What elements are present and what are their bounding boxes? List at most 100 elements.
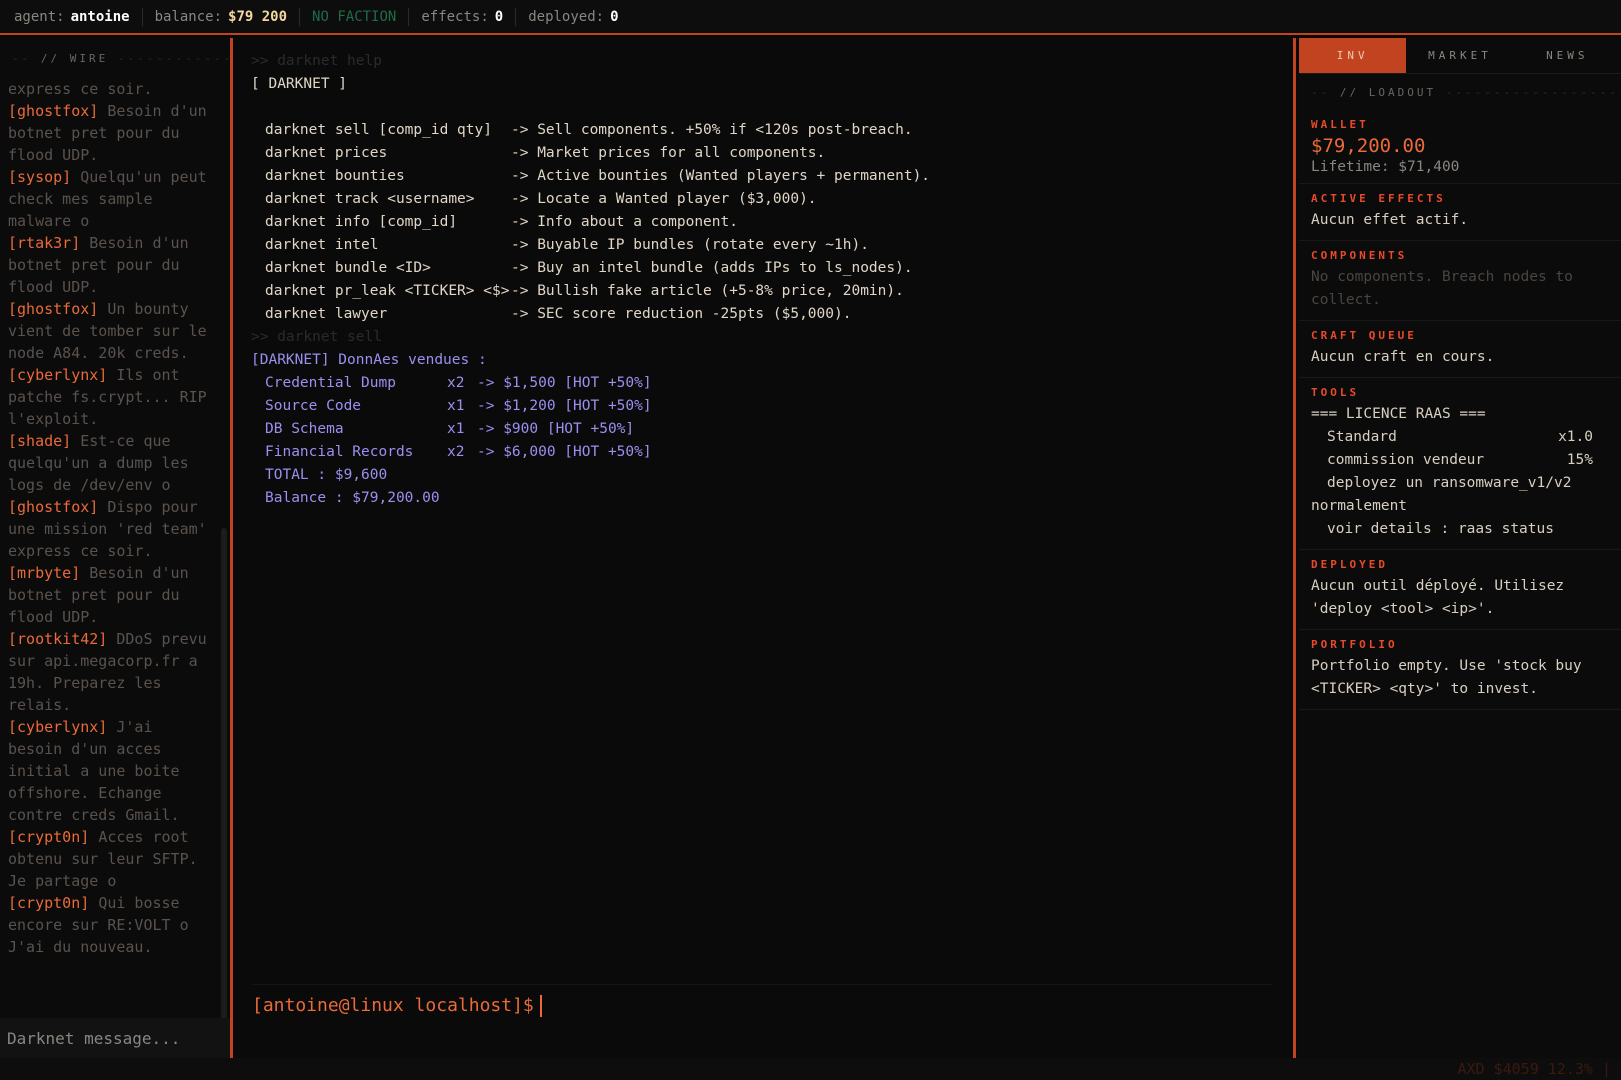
wire-username[interactable]: [ghostfox] xyxy=(8,498,98,516)
deployed-text: Aucun outil déployé. Utilisez 'deploy <t… xyxy=(1311,578,1565,617)
balance-label: balance: xyxy=(154,8,223,25)
help-command: darknet bundle <ID> xyxy=(265,260,431,276)
help-list: darknet sell [comp_id qty] -> Sell compon… xyxy=(251,119,1293,326)
effects-label: effects: xyxy=(421,8,489,25)
tools-line: deployez un ransomware_v1/v2 xyxy=(1327,475,1572,491)
sold-qty: x1 xyxy=(447,398,465,414)
wire-username[interactable]: [shade] xyxy=(8,432,71,450)
help-row: darknet lawyer -> SEC score reduction -25… xyxy=(251,303,1293,326)
agent-status: agent: antoine xyxy=(14,7,143,26)
command-prompt[interactable]: [antoine@linux localhost]$ xyxy=(252,984,1272,1026)
prompt-text: [antoine@linux localhost]$ xyxy=(252,995,534,1016)
sold-price: -> $1,500 [HOT +50%] xyxy=(477,375,652,391)
effects-section: ACTIVE EFFECTS Aucun effet actif. xyxy=(1299,184,1621,241)
sold-row: Financial Records x2 -> $6,000 [HOT +50%] xyxy=(251,441,1293,464)
help-row: darknet bundle <ID> -> Buy an intel bundl… xyxy=(251,257,1293,280)
sold-row: DB Schema x1 -> $900 [HOT +50%] xyxy=(251,418,1293,441)
wire-username[interactable]: [crypt0n] xyxy=(8,894,89,912)
tool-value: 15% xyxy=(1566,452,1593,468)
wire-message: [cyberlynx] J'ai besoin d'un acces initi… xyxy=(8,716,210,826)
craft-title: CRAFT QUEUE xyxy=(1311,329,1417,342)
wire-username[interactable]: [mrbyte] xyxy=(8,564,80,582)
agent-label: agent: xyxy=(14,8,65,25)
sold-price: -> $1,200 [HOT +50%] xyxy=(477,398,652,414)
wire-message: [rtak3r] Besoin d'un botnet pret pour du… xyxy=(8,232,210,298)
sold-row: Source Code x1 -> $1,200 [HOT +50%] xyxy=(251,395,1293,418)
wire-username[interactable]: [crypt0n] xyxy=(8,828,89,846)
wire-text: express ce soir. xyxy=(8,80,153,98)
wallet-amount: $79,200.00 xyxy=(1311,135,1426,157)
sold-name: DB Schema xyxy=(265,421,344,437)
previous-command: >> darknet sell xyxy=(251,329,382,345)
help-row: darknet info [comp_id] -> Info about a co… xyxy=(251,211,1293,234)
sold-total: TOTAL : $9,600 xyxy=(265,467,388,483)
wallet-lifetime: Lifetime: $71,400 xyxy=(1311,159,1460,175)
help-description: -> Buyable IP bundles (rotate every ~1h)… xyxy=(511,237,869,253)
licence-title: === LICENCE RAAS === xyxy=(1311,406,1486,422)
darknet-message-input[interactable] xyxy=(0,1018,230,1058)
wire-username[interactable]: [sysop] xyxy=(8,168,71,186)
wire-feed[interactable]: express ce soir. [ghostfox] Besoin d'un b… xyxy=(0,78,218,1058)
wire-message: [ghostfox] Un bounty vient de tomber sur… xyxy=(8,298,210,364)
help-row: darknet prices -> Market prices for all c… xyxy=(251,142,1293,165)
wire-username[interactable]: [rootkit42] xyxy=(8,630,107,648)
sold-qty: x2 xyxy=(447,375,465,391)
wire-username[interactable]: [cyberlynx] xyxy=(8,718,107,736)
darknet-header: [ DARKNET ] xyxy=(251,76,348,92)
wire-message: [ghostfox] Besoin d'un botnet pret pour … xyxy=(8,100,210,166)
components-title: COMPONENTS xyxy=(1311,249,1408,262)
sold-row: Credential Dump x2 -> $1,500 [HOT +50%] xyxy=(251,372,1293,395)
portfolio-title: PORTFOLIO xyxy=(1311,638,1398,651)
wallet-section: WALLET $79,200.00 Lifetime: $71,400 xyxy=(1299,110,1621,184)
terminal-panel[interactable]: >> darknet help [ DARKNET ] darknet sell… xyxy=(236,38,1296,1058)
help-command: darknet prices xyxy=(265,145,388,161)
sold-header: [DARKNET] DonnAes vendues : xyxy=(251,352,487,368)
help-command: darknet intel xyxy=(265,237,379,253)
effects-title: ACTIVE EFFECTS xyxy=(1311,192,1446,205)
help-row: darknet sell [comp_id qty] -> Sell compon… xyxy=(251,119,1293,142)
wire-username[interactable]: [cyberlynx] xyxy=(8,366,107,384)
deployed-section: DEPLOYED Aucun outil déployé. Utilisez '… xyxy=(1299,550,1621,630)
tools-line: normalement xyxy=(1311,498,1408,514)
tool-row: Standard x1.0 xyxy=(1311,426,1609,449)
sold-qty: x1 xyxy=(447,421,465,437)
tool-rows: Standard x1.0 commission vendeur 15% xyxy=(1311,426,1609,472)
help-row: darknet intel -> Buyable IP bundles (rota… xyxy=(251,234,1293,257)
help-command: darknet bounties xyxy=(265,168,405,184)
wire-message: [ghostfox] Dispo pour une mission 'red t… xyxy=(8,496,210,562)
sold-price: -> $6,000 [HOT +50%] xyxy=(477,444,652,460)
tab-inv[interactable]: INV xyxy=(1299,38,1407,73)
tab-market[interactable]: MARKET xyxy=(1406,38,1513,73)
panel-tabs: INV MARKET NEWS xyxy=(1299,38,1621,74)
help-command: darknet pr_leak <TICKER> <$> xyxy=(265,283,510,299)
tool-value: x1.0 xyxy=(1558,429,1593,445)
help-description: -> Locate a Wanted player ($3,000). xyxy=(511,191,817,207)
tool-row: commission vendeur 15% xyxy=(1311,449,1609,472)
deployed-title: DEPLOYED xyxy=(1311,558,1388,571)
effects-value: 0 xyxy=(494,8,504,25)
agent-name: antoine xyxy=(70,8,130,25)
wire-message: [shade] Est-ce que quelqu'un a dump les … xyxy=(8,430,210,496)
tab-news[interactable]: NEWS xyxy=(1514,38,1621,73)
tools-title: TOOLS xyxy=(1311,386,1360,399)
help-command: darknet sell [comp_id qty] xyxy=(265,122,492,138)
sold-name: Source Code xyxy=(265,398,362,414)
text-cursor xyxy=(539,994,542,1017)
faction-value: NO FACTION xyxy=(312,8,397,25)
wire-title: // WIRE xyxy=(40,52,109,65)
wire-username[interactable]: [ghostfox] xyxy=(8,300,98,318)
faction-status: NO FACTION xyxy=(300,7,410,26)
wire-username[interactable]: [rtak3r] xyxy=(8,234,80,252)
effects-status: effects: 0 xyxy=(409,7,517,26)
inventory-panel: INV MARKET NEWS -- // LOADOUT ------------… xyxy=(1299,38,1621,1058)
wire-message: express ce soir. xyxy=(8,78,210,100)
help-description: -> Bullish fake article (+5-8% price, 20… xyxy=(511,283,904,299)
help-description: -> Info about a component. xyxy=(511,214,738,230)
wire-scrollbar[interactable] xyxy=(221,528,227,1048)
tool-key: commission vendeur xyxy=(1327,452,1485,468)
wire-username[interactable]: [ghostfox] xyxy=(8,102,98,120)
stock-ticker: AXD $4059 12.3% | xyxy=(1457,1060,1611,1078)
sold-price: -> $900 [HOT +50%] xyxy=(477,421,635,437)
help-row: darknet pr_leak <TICKER> <$> -> Bullish f… xyxy=(251,280,1293,303)
sold-name: Financial Records xyxy=(265,444,414,460)
